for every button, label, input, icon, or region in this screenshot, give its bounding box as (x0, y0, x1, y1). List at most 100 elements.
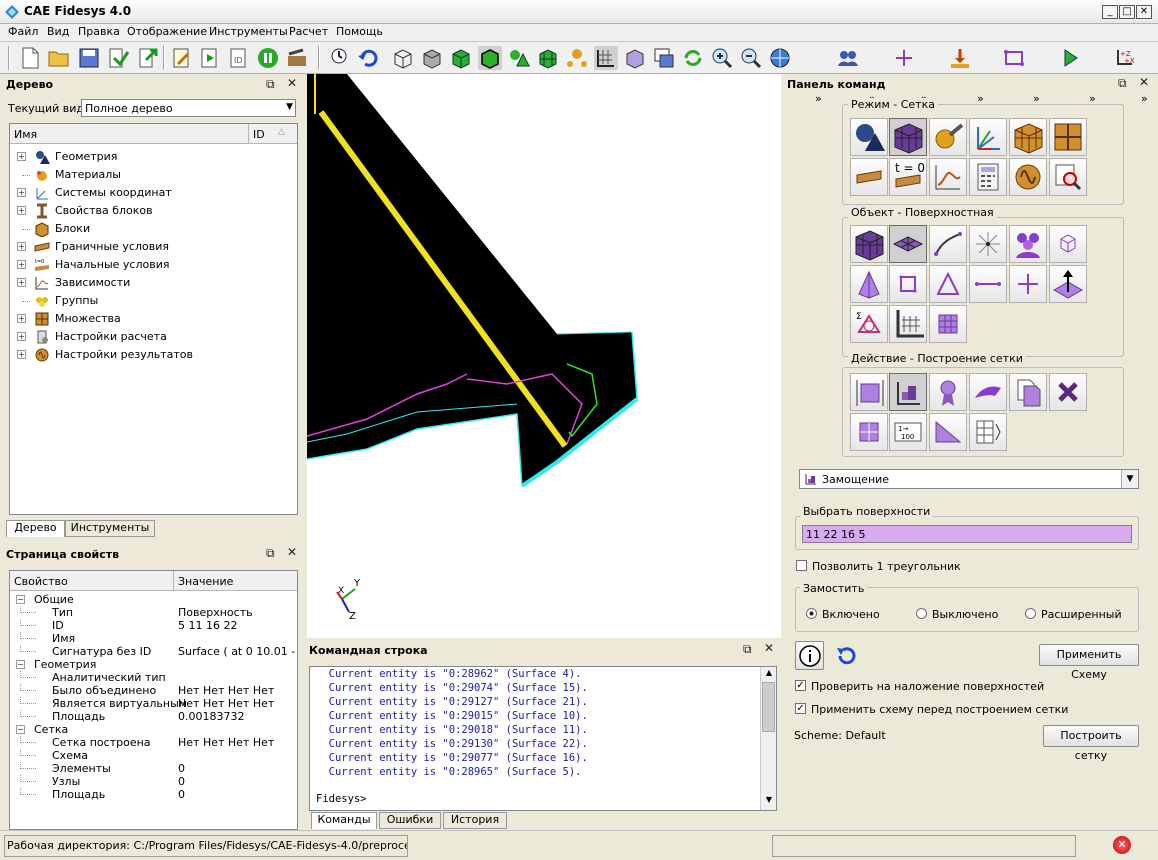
mesh-mode-icon[interactable] (889, 118, 927, 156)
close-dock-icon[interactable]: ✕ (764, 641, 774, 655)
mesh-grid-axes-icon[interactable] (889, 305, 927, 343)
close-dock-icon[interactable]: ✕ (287, 76, 297, 90)
crosshair-icon[interactable] (892, 46, 916, 70)
collapse-icon[interactable]: − (16, 725, 25, 734)
tri-element-icon[interactable] (929, 265, 967, 303)
maximize-button[interactable]: □ (1119, 5, 1135, 19)
radio-on[interactable] (806, 608, 817, 619)
tree-col-id[interactable]: ID (253, 128, 265, 141)
console-scrollbar[interactable]: ▲ ▼ (760, 667, 776, 810)
refresh-icon[interactable] (681, 46, 705, 70)
scroll-thumb[interactable] (762, 682, 775, 732)
coordinate-axes-icon[interactable] (969, 118, 1007, 156)
zoom-in-icon[interactable] (710, 46, 734, 70)
expand-icon[interactable]: + (17, 278, 26, 287)
float-dock-icon[interactable]: ⧉ (743, 642, 752, 657)
tree-item[interactable]: + Граничные условия (10, 238, 297, 256)
new-file-icon[interactable] (18, 46, 42, 70)
collapse-icon[interactable]: − (16, 595, 25, 604)
minimize-button[interactable]: _ (1102, 5, 1118, 19)
graph-nodes-icon[interactable] (565, 46, 589, 70)
chevron-down-icon[interactable]: ▼ (1121, 470, 1138, 488)
mesh-size-icon[interactable] (850, 373, 888, 411)
property-row[interactable]: − Общие (10, 593, 297, 606)
scroll-down-icon[interactable]: ▼ (762, 795, 776, 808)
group-object-icon[interactable] (1009, 225, 1047, 263)
expand-icon[interactable]: + (17, 332, 26, 341)
smooth-mesh-icon[interactable] (969, 373, 1007, 411)
pause-icon[interactable] (256, 46, 280, 70)
float-dock-icon[interactable]: ⧉ (266, 546, 275, 561)
property-row[interactable]: Сигнатура без ID Surface ( at 0 10.01 -..… (10, 645, 297, 658)
save-icon[interactable] (77, 46, 101, 70)
volume-object-icon[interactable] (850, 225, 888, 263)
edge-element-icon[interactable] (969, 265, 1007, 303)
run-script-icon[interactable] (198, 46, 222, 70)
property-row[interactable]: Сетка построена Нет Нет Нет Нет (10, 736, 297, 749)
geometry-mode-icon[interactable] (507, 46, 531, 70)
axes-xz-icon[interactable]: +Z +X (1112, 46, 1136, 70)
results-icon[interactable] (1009, 158, 1047, 196)
property-row[interactable]: Площадь 0 (10, 788, 297, 801)
wireframe-view-icon[interactable] (391, 46, 415, 70)
expand-icon[interactable]: + (17, 188, 26, 197)
tree-item[interactable]: Материалы (10, 166, 297, 184)
radio-extended[interactable] (1025, 608, 1036, 619)
select-surfaces-input[interactable]: 11 22 16 5 (802, 525, 1132, 543)
run-calc-icon[interactable] (1058, 46, 1082, 70)
surface-object-icon[interactable] (889, 225, 927, 263)
normal-vector-icon[interactable] (1049, 265, 1087, 303)
menu-display[interactable]: Отображение (127, 25, 207, 38)
geometry-mode-icon[interactable] (850, 118, 888, 156)
mesh-transform-icon[interactable] (929, 413, 967, 451)
close-dock-icon[interactable]: ✕ (1139, 75, 1149, 89)
undo-history-icon[interactable] (327, 46, 351, 70)
boundary-load-icon[interactable] (850, 158, 888, 196)
apply-before-checkbox[interactable]: ✓ (795, 703, 806, 714)
tree-item[interactable]: + Зависимости (10, 274, 297, 292)
property-row[interactable]: − Сетка (10, 723, 297, 736)
dependency-chart-icon[interactable] (929, 158, 967, 196)
float-dock-icon[interactable]: ⧉ (1118, 76, 1127, 91)
menu-view[interactable]: Вид (47, 25, 69, 38)
delete-mesh-icon[interactable] (1049, 373, 1087, 411)
mesh-align-icon[interactable] (969, 413, 1007, 451)
error-status-icon[interactable]: ✕ (1113, 836, 1131, 854)
edit-script-icon[interactable] (170, 46, 194, 70)
tree-item[interactable]: Блоки (10, 220, 297, 238)
results-search-icon[interactable] (1049, 158, 1087, 196)
expand-icon[interactable]: + (17, 242, 26, 251)
property-row[interactable]: Тип Поверхность (10, 606, 297, 619)
apply-scheme-button[interactable]: Применить Схему (1039, 644, 1139, 681)
open-folder-icon[interactable] (47, 46, 71, 70)
menu-calc[interactable]: Расчет (289, 25, 328, 38)
run-id-icon[interactable]: ID (227, 46, 251, 70)
close-dock-icon[interactable]: ✕ (287, 545, 297, 559)
menu-tools[interactable]: Инструменты (209, 25, 288, 38)
menu-edit[interactable]: Правка (78, 25, 120, 38)
users-group-icon[interactable] (836, 46, 860, 70)
transparent-view-icon[interactable] (623, 46, 647, 70)
viewport-3d[interactable]: Y X Z (307, 74, 781, 638)
build-mesh-button[interactable]: Построить сетку (1043, 725, 1139, 762)
tet-element-icon[interactable] (850, 265, 888, 303)
load-arrow-icon[interactable] (948, 46, 972, 70)
props-col-prop[interactable]: Свойство (14, 575, 68, 588)
property-row[interactable]: Схема (10, 749, 297, 762)
refine-mesh-icon[interactable] (850, 413, 888, 451)
check-overlap-checkbox[interactable]: ✓ (795, 680, 806, 691)
copy-mesh-icon[interactable] (1009, 373, 1047, 411)
tab-tree[interactable]: Дерево (6, 520, 65, 537)
undo-icon[interactable] (356, 46, 380, 70)
allow-triangle-checkbox[interactable] (796, 560, 807, 571)
property-row[interactable]: Является виртуальным Нет Нет Нет Нет (10, 697, 297, 710)
curve-object-icon[interactable] (929, 225, 967, 263)
property-row[interactable]: Имя (10, 632, 297, 645)
tree-item[interactable]: + t=0 Начальные условия (10, 256, 297, 274)
renumber-icon[interactable]: 1→ 100 (889, 413, 927, 451)
menu-file[interactable]: Файл (8, 25, 38, 38)
scroll-up-icon[interactable]: ▲ (762, 668, 776, 681)
tree-view[interactable]: Имя ID △ + Геометрия Материалы + Системы коо… (9, 123, 298, 515)
solid-edges-view-icon[interactable] (478, 46, 502, 70)
property-row[interactable]: Площадь 0.00183732 (10, 710, 297, 723)
